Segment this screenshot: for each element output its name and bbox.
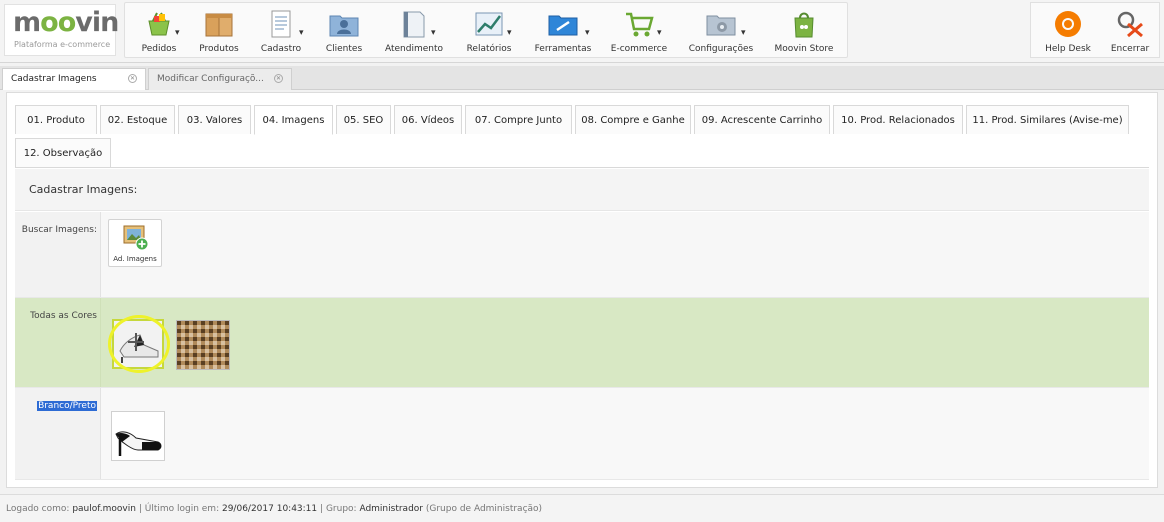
add-images-label: Ad. Imagens (113, 255, 157, 263)
product-tabs-row1: 01. Produto 02. Estoque 03. Valores 04. … (15, 105, 1149, 135)
user-group-desc: (Grupo de Administração) (425, 504, 543, 514)
tab-imagens[interactable]: 04. Imagens (254, 105, 333, 135)
last-login-time: 29/06/2017 10:43:11 (221, 504, 318, 514)
color-group-todas-as-cores: Todas as Cores (15, 298, 1149, 388)
user-group: Administrador (359, 504, 423, 514)
menu-cadastro[interactable]: ▾ Cadastro (253, 3, 309, 59)
product-tabs-row2: 12. Observação (15, 138, 215, 168)
doc-tab-cadastrar-imagens[interactable]: Cadastrar Imagens ✕ (2, 68, 146, 90)
tab-compre-e-ganhe[interactable]: 08. Compre e Ganhe (575, 105, 691, 134)
menu-clientes[interactable]: Clientes (315, 3, 373, 59)
logout-icon (1117, 11, 1143, 38)
tab-estoque[interactable]: 02. Estoque (100, 105, 175, 134)
tools-folder-icon (548, 15, 578, 36)
document-icon (271, 10, 291, 38)
tab-valores[interactable]: 03. Valores (178, 105, 251, 134)
tab-prod-relacionados[interactable]: 10. Prod. Relacionados (833, 105, 963, 134)
pattern-photo (177, 321, 229, 369)
help-desk-button[interactable]: Help Desk (1039, 3, 1097, 59)
top-toolbar: moovin Plataforma e-commerce ▾ Pedidos P… (0, 0, 1164, 63)
close-tab-icon[interactable]: ✕ (128, 74, 137, 83)
menu-produtos[interactable]: Produtos (191, 3, 247, 59)
section-header: Cadastrar Imagens: (15, 169, 1149, 211)
cursor-highlight-ring (108, 315, 170, 373)
logged-user: paulof.moovin (72, 504, 136, 514)
boxes-icon (205, 13, 233, 37)
close-tab-icon[interactable]: ✕ (274, 74, 283, 83)
report-chart-icon (475, 12, 503, 36)
search-images-row: Buscar Imagens: Ad. Imagens (15, 212, 1149, 298)
document-tabs: Cadastrar Imagens ✕ Modificar Configuraç… (0, 66, 1164, 90)
notebook-icon (403, 11, 425, 38)
shoe-photo (112, 412, 164, 460)
tab-videos[interactable]: 06. Vídeos (394, 105, 462, 134)
logo-text: moovin (13, 7, 119, 38)
color-group-label: Branco/Preto (37, 401, 97, 411)
product-image-thumb[interactable] (176, 320, 230, 370)
color-group-branco-preto: Branco/Preto (15, 388, 1149, 480)
lifebuoy-icon (1055, 11, 1081, 37)
basket-icon (148, 12, 170, 36)
moovin-logo[interactable]: moovin Plataforma e-commerce (4, 4, 119, 56)
product-panel: 01. Produto 02. Estoque 03. Valores 04. … (6, 92, 1158, 488)
shopping-cart-icon (626, 12, 654, 37)
menu-configuracoes[interactable]: ▾ Configurações (683, 3, 759, 59)
tab-observacao[interactable]: 12. Observação (15, 138, 111, 167)
logo-subtitle: Plataforma e-commerce (14, 40, 111, 49)
tab-prod-similares[interactable]: 11. Prod. Similares (Avise-me) (966, 105, 1129, 134)
contacts-folder-icon (329, 15, 359, 37)
tab-seo[interactable]: 05. SEO (336, 105, 391, 134)
store-bag-icon (794, 12, 814, 38)
menu-ecommerce[interactable]: ▾ E-commerce (607, 3, 671, 59)
main-menu: ▾ Pedidos Produtos ▾ Cadastro Clientes ▾… (124, 2, 848, 58)
product-image-thumb[interactable] (111, 411, 165, 461)
status-bar: Logado como: paulof.moovin | Último logi… (0, 494, 1164, 522)
menu-ferramentas[interactable]: ▾ Ferramentas (529, 3, 597, 59)
doc-tab-modificar-configuracoes[interactable]: Modificar Configuraçõ... ✕ (148, 68, 292, 90)
tab-produto[interactable]: 01. Produto (15, 105, 97, 134)
add-image-icon (123, 225, 149, 251)
section-title: Cadastrar Imagens: (29, 183, 138, 196)
settings-folder-icon (706, 15, 736, 36)
add-images-button[interactable]: Ad. Imagens (108, 219, 162, 267)
menu-atendimento[interactable]: ▾ Atendimento (379, 3, 449, 59)
encerrar-button[interactable]: Encerrar (1101, 3, 1159, 59)
menu-moovin-store[interactable]: Moovin Store (769, 3, 839, 59)
tab-compre-junto[interactable]: 07. Compre Junto (465, 105, 572, 134)
search-images-label: Buscar Imagens: (21, 225, 97, 235)
tab-divider (15, 167, 1149, 168)
menu-relatorios[interactable]: ▾ Relatórios (459, 3, 519, 59)
right-menu: Help Desk Encerrar (1030, 2, 1160, 58)
color-group-label: Todas as Cores (30, 311, 97, 321)
menu-pedidos[interactable]: ▾ Pedidos (131, 3, 187, 59)
tab-acrescente-carrinho[interactable]: 09. Acrescente Carrinho (694, 105, 830, 134)
